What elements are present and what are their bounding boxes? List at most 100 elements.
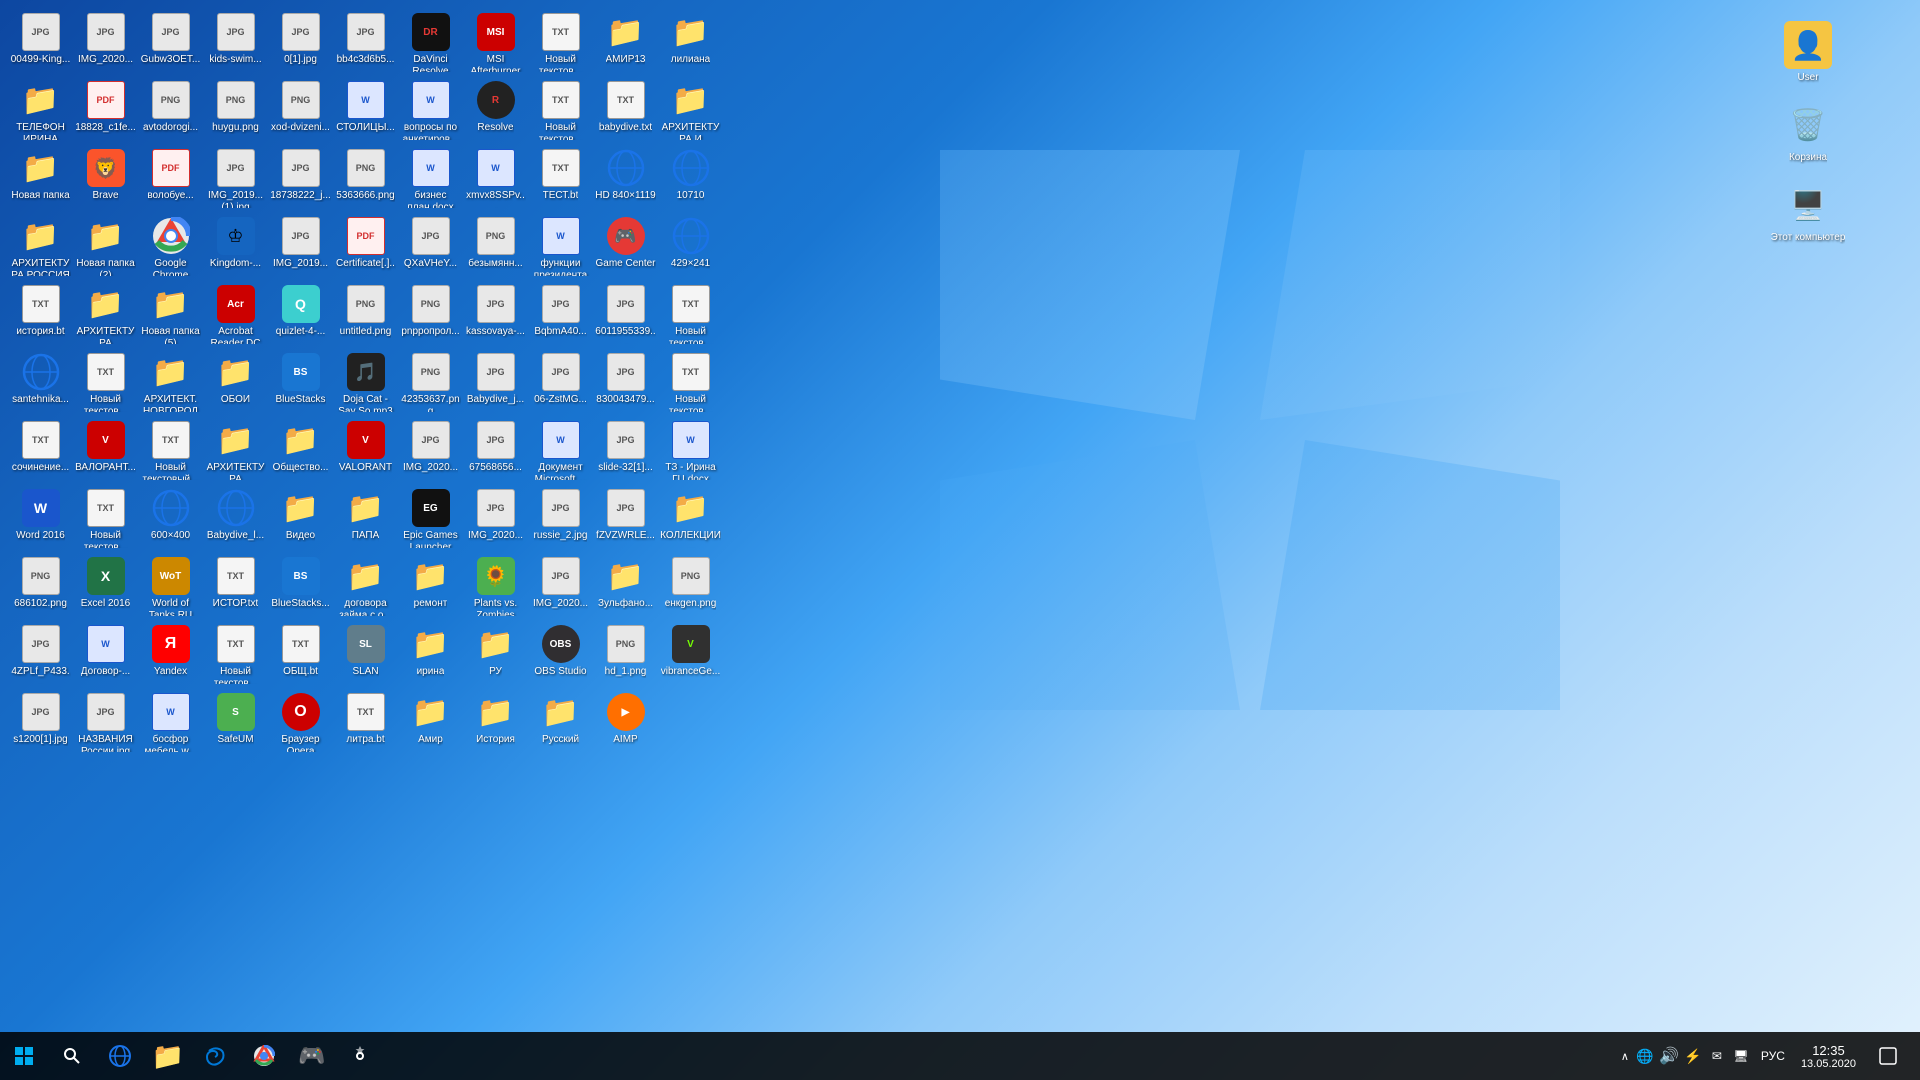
- desktop-icon-hd1[interactable]: PNGhd_1.png: [593, 620, 658, 688]
- desktop-icon-sochinenie[interactable]: TXTсочинение...: [8, 416, 73, 484]
- tray-display[interactable]: 🖥: [1729, 1044, 1753, 1068]
- desktop-icon-OBSStudio[interactable]: OBSOBS Studio: [528, 620, 593, 688]
- desktop-icon-Excel2016[interactable]: XExcel 2016: [73, 552, 138, 620]
- desktop-icon-xmvx8SSPv[interactable]: Wxmvx8SSPv...: [463, 144, 528, 212]
- desktop-icon-IMG_20200[interactable]: JPGIMG_2020...: [73, 8, 138, 76]
- desktop-icon-GameCenter[interactable]: 🎮Game Center: [593, 212, 658, 280]
- tray-chevron[interactable]: ∧: [1617, 1050, 1633, 1063]
- desktop-icon-Kingdom[interactable]: ♔Kingdom-...: [203, 212, 268, 280]
- desktop-icon-IMG_20190_1[interactable]: JPGIMG_2019... (1).jpg: [203, 144, 268, 212]
- notification-button[interactable]: [1864, 1032, 1912, 1080]
- desktop-icon-Brave[interactable]: 🦁Brave: [73, 144, 138, 212]
- desktop-icon-686102[interactable]: PNG686102.png: [8, 552, 73, 620]
- desktop-icon-10710[interactable]: 10710: [658, 144, 723, 212]
- desktop-icon-fZVZWRLE[interactable]: JPGfZVZWRLE...: [593, 484, 658, 552]
- desktop-icon-ARHIT_RUSSIA[interactable]: 📁АРХИТЕКТУРА РОССИЯ И...: [8, 212, 73, 280]
- tray-speaker[interactable]: 🔊: [1657, 1044, 1681, 1068]
- desktop-icon-dogovor[interactable]: 📁договора займа с о...: [333, 552, 398, 620]
- desktop-icon-Opera[interactable]: OБраузер Opera: [268, 688, 333, 756]
- desktop-icon-ARHIT1[interactable]: 📁АРХИТЕКТУРА И СКУЛЬП...: [658, 76, 723, 144]
- desktop-icon-NAZVANIYA[interactable]: JPGНАЗВАНИЯ России.jpg: [73, 688, 138, 756]
- desktop-icon-EpicGames[interactable]: EGEpic Games Launcher: [398, 484, 463, 552]
- desktop-icon-vibranceGe[interactable]: VvibranceGe...: [658, 620, 723, 688]
- desktop-icon-Korzina[interactable]: 🗑️Корзина: [1768, 96, 1848, 168]
- desktop-icon-AIMP[interactable]: ▶AIMP: [593, 688, 658, 756]
- desktop-icon-KOLLEKCII[interactable]: 📁КОЛЛЕКЦИИ...: [658, 484, 723, 552]
- desktop-icon-Word2016[interactable]: WWord 2016: [8, 484, 73, 552]
- desktop-icon-4ZPLf[interactable]: JPG4ZPLf_P433...: [8, 620, 73, 688]
- desktop-icon-Noviy2[interactable]: TXTНовый текстов...: [528, 76, 593, 144]
- desktop-icon-Obshchestvo[interactable]: 📁Общество...: [268, 416, 333, 484]
- desktop-icon-Noviy1[interactable]: TXTНовый текстов...: [528, 8, 593, 76]
- desktop-icon-pnproprol[interactable]: PNGpnpропрол...: [398, 280, 463, 348]
- desktop-icon-funkcii[interactable]: Wфункции президента: [528, 212, 593, 280]
- desktop-icon-User[interactable]: 👤User: [1768, 16, 1848, 88]
- desktop-icon-18738222[interactable]: JPG18738222_j...: [268, 144, 333, 212]
- desktop-icon-irina[interactable]: 📁ирина: [398, 620, 463, 688]
- desktop-icon-ARHIT_NOVG[interactable]: 📁АРХИТЕКТ. НОВГОРОД: [138, 348, 203, 416]
- desktop-icon-enkgen[interactable]: PNGенкgen.png: [658, 552, 723, 620]
- desktop-icon-NovayaP2[interactable]: 📁Новая папка (2): [73, 212, 138, 280]
- desktop-icon-0[1][interactable]: JPG0[1].jpg: [268, 8, 333, 76]
- desktop-icon-Noviy5[interactable]: TXTНовый текстов...: [658, 348, 723, 416]
- desktop-icon-Babydive_l[interactable]: Babydive_l...: [203, 484, 268, 552]
- desktop-icon-IMG_20200_3[interactable]: JPGIMG_2020...: [463, 484, 528, 552]
- desktop-icon-HD840[interactable]: HD 840×1119: [593, 144, 658, 212]
- desktop-icon-bosfor[interactable]: Wбосфор мебель.w...: [138, 688, 203, 756]
- desktop-icon-PlantsZombies[interactable]: 🌻Plants vs. Zombies: [463, 552, 528, 620]
- desktop-icon-santehnika[interactable]: santehnika...: [8, 348, 73, 416]
- taskbar-steam[interactable]: 🎮: [288, 1032, 336, 1080]
- desktop-icon-RU[interactable]: 📁РУ: [463, 620, 528, 688]
- desktop-icon-00499[interactable]: JPG00499-King...: [8, 8, 73, 76]
- desktop-icon-Russkiy[interactable]: 📁Русский: [528, 688, 593, 756]
- desktop-icon-IE1[interactable]: 429×241: [658, 212, 723, 280]
- search-button[interactable]: [48, 1032, 96, 1080]
- desktop-icon-volobye[interactable]: PDFволобуе...: [138, 144, 203, 212]
- desktop-icon-Noviy7[interactable]: TXTНовый текстов...: [73, 484, 138, 552]
- desktop-icon-ARHIT_SKUL[interactable]: 📁АРХИТЕКТУРА СКУЛЬПТУ...: [203, 416, 268, 484]
- desktop-icon-Noviy8[interactable]: TXTНовый текстов...: [203, 620, 268, 688]
- desktop-icon-BqbmA40[interactable]: JPGBqbmA40...: [528, 280, 593, 348]
- desktop-icon-18828_c1fe[interactable]: PDF18828_c1fe...: [73, 76, 138, 144]
- desktop-icon-WoT[interactable]: WoTWorld of Tanks RU: [138, 552, 203, 620]
- start-button[interactable]: [0, 1032, 48, 1080]
- desktop-icon-Noviy4[interactable]: TXTНовый текстов...: [73, 348, 138, 416]
- desktop-icon-TZ_Irina[interactable]: WТЗ - Ирина ГЦ.docx: [658, 416, 723, 484]
- desktop-icon-Dogovor_R[interactable]: WДоговор-...: [73, 620, 138, 688]
- desktop-icon-remont[interactable]: 📁ремонт: [398, 552, 463, 620]
- desktop-icon-GoogleChrome[interactable]: Google Chrome: [138, 212, 203, 280]
- tray-network[interactable]: 🌐: [1633, 1044, 1657, 1068]
- desktop-icon-SLAN[interactable]: SLSLAN: [333, 620, 398, 688]
- desktop-icon-42353637[interactable]: PNG42353637.png: [398, 348, 463, 416]
- desktop-icon-DokMicrosoft[interactable]: WДокумент Microsoft ...: [528, 416, 593, 484]
- desktop-icon-IMG_20200_2[interactable]: JPGIMG_2020...: [398, 416, 463, 484]
- desktop-icon-litra[interactable]: TXTлитра.bt: [333, 688, 398, 756]
- desktop-icon-Babydive_j[interactable]: JPGBabydive_j...: [463, 348, 528, 416]
- desktop-icon-voprosy[interactable]: Wвопросы по анкетиров...: [398, 76, 463, 144]
- desktop-icon-avtodorogi[interactable]: PNGavtodorogi...: [138, 76, 203, 144]
- desktop-icon-ARHIT_VLAD[interactable]: 📁АРХИТЕКТУРА ВЛАДИМИР: [73, 280, 138, 348]
- desktop-icon-NovayaP5[interactable]: 📁Новая папка (5): [138, 280, 203, 348]
- desktop-icon-istoriya[interactable]: TXTистория.bt: [8, 280, 73, 348]
- desktop-icon-OBSH[interactable]: TXTОБЩ.bt: [268, 620, 333, 688]
- desktop-icon-VALORANT_ico[interactable]: VVALORANT: [333, 416, 398, 484]
- desktop-icon-OBOI[interactable]: 📁ОБОИ: [203, 348, 268, 416]
- desktop-icon-s1200[interactable]: JPGs1200[1].jpg: [8, 688, 73, 756]
- taskbar-settings[interactable]: [336, 1032, 384, 1080]
- desktop-icon-xod-dvizeni[interactable]: PNGxod-dvizeni...: [268, 76, 333, 144]
- desktop-icon-BlueStacks_2[interactable]: BSBlueStacks...: [268, 552, 333, 620]
- desktop-icon-TELEFON[interactable]: 📁ТЕЛЕФОН ИРИНА: [8, 76, 73, 144]
- desktop-icon-Noviy3[interactable]: TXTНовый текстов...: [658, 280, 723, 348]
- desktop-icon-biznes[interactable]: Wбизнес план.docx: [398, 144, 463, 212]
- desktop-icon-PAPA[interactable]: 📁ПАПА: [333, 484, 398, 552]
- desktop-icon-Zulfano[interactable]: 📁Зульфано...: [593, 552, 658, 620]
- desktop-icon-IMG_20190_2[interactable]: JPGIMG_2019...: [268, 212, 333, 280]
- desktop-icon-TEST[interactable]: TXTТЕСТ.bt: [528, 144, 593, 212]
- taskbar-explorer[interactable]: 📁: [144, 1032, 192, 1080]
- desktop-icon-AMIR13[interactable]: 📁АМИР13: [593, 8, 658, 76]
- desktop-icon-huygu[interactable]: PNGhuygu.png: [203, 76, 268, 144]
- desktop-icon-Gubw3OET[interactable]: JPGGubw3OET...: [138, 8, 203, 76]
- desktop-icon-BlueStacks[interactable]: BSBlueStacks: [268, 348, 333, 416]
- tray-battery[interactable]: ⚡: [1681, 1044, 1705, 1068]
- desktop-icon-6011955339[interactable]: JPG6011955339...: [593, 280, 658, 348]
